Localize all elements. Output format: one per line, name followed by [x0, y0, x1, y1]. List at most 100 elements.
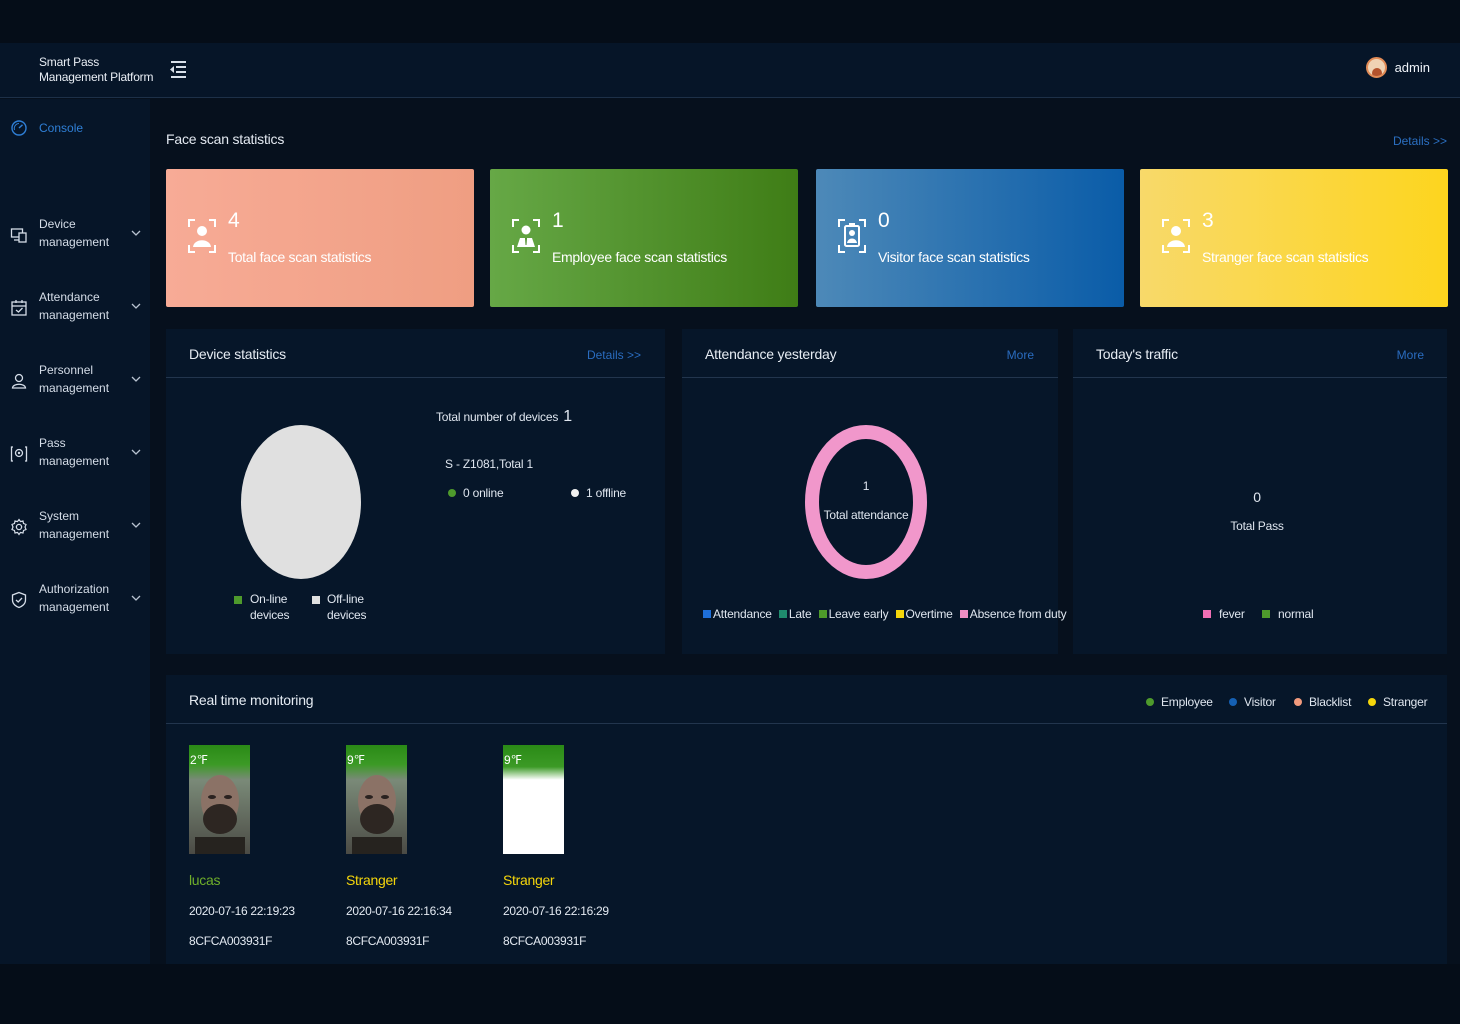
panel-header: Device statistics Details >> [166, 329, 665, 378]
legend-item-overtime[interactable]: Overtime [895, 607, 953, 621]
attendance-legend: Attendance Late Leave early Overtime Abs… [703, 606, 1067, 622]
sidebar-item-label: Pass [39, 436, 66, 450]
stat-card-employee[interactable]: 1 Employee face scan statistics [490, 169, 798, 307]
legend-swatch [778, 610, 787, 618]
sidebar-item-device[interactable]: Device management [0, 214, 150, 262]
attendance-ring [805, 425, 927, 579]
sidebar-item-system[interactable]: System management [0, 506, 150, 554]
record-time: 2020-07-16 22:16:34 [346, 904, 452, 918]
legend-visitor[interactable]: Visitor [1229, 695, 1276, 709]
sidebar-item-authorization[interactable]: Authorization management [0, 579, 150, 627]
face-scan-title: Face scan statistics [166, 131, 285, 147]
stat-card-stranger[interactable]: 3 Stranger face scan statistics [1140, 169, 1448, 307]
sidebar-item-personnel[interactable]: Personnel management [0, 360, 150, 408]
record-name: lucas [189, 872, 221, 888]
pass-icon [10, 446, 28, 462]
chevron-down-icon [131, 303, 141, 309]
legend-swatch [703, 610, 711, 618]
attendance-more-link[interactable]: More [1007, 348, 1034, 362]
face-scan-details-link[interactable]: Details >> [1393, 134, 1447, 148]
sidebar-item-label: Console [39, 121, 84, 135]
online-dot [448, 489, 456, 497]
legend-employee[interactable]: Employee [1146, 695, 1213, 709]
temperature-label: 9℉ [504, 753, 523, 767]
legend-label: Leave early [828, 607, 889, 621]
device-statistics-panel: Device statistics Details >> On-line dev… [166, 329, 665, 654]
legend-item-leave-early[interactable]: Leave early [818, 607, 889, 621]
sidebar-item-sublabel: management [39, 527, 110, 541]
face-photo[interactable]: 9℉ [346, 745, 407, 854]
legend-offline-line-1: Off-line [327, 592, 364, 606]
sidebar-item-label: Authorization [39, 582, 110, 596]
total-pass-value: 0 [1253, 489, 1261, 505]
legend-label: Late [788, 607, 812, 621]
legend-online-swatch [234, 596, 242, 604]
stat-value: 1 [552, 209, 564, 232]
legend-item-absence[interactable]: Absence from duty [959, 607, 1067, 621]
legend-dot [1146, 698, 1154, 706]
panel-title: Device statistics [189, 346, 286, 362]
legend-item-attendance[interactable]: Attendance [703, 607, 772, 621]
avatar [1365, 57, 1387, 78]
legend-blacklist[interactable]: Blacklist [1294, 695, 1351, 709]
attendance-center-label: Total attendance [823, 508, 909, 522]
visitor-scan-icon [838, 219, 866, 253]
online-count: 0 online [448, 486, 504, 500]
record-time: 2020-07-16 22:19:23 [189, 904, 295, 918]
traffic-panel: Today's traffic More 0 Total Pass fever … [1073, 329, 1447, 654]
stat-value: 3 [1202, 209, 1214, 232]
traffic-more-link[interactable]: More [1397, 348, 1424, 362]
device-model-line: S - Z1081,Total 1 [445, 457, 533, 471]
legend-offline[interactable] [312, 592, 322, 608]
panel-header: Real time monitoring Employee Visitor Bl… [166, 675, 1447, 724]
online-count-text: 0 online [463, 486, 504, 500]
legend-online[interactable] [234, 592, 244, 608]
legend-normal[interactable]: normal [1262, 606, 1314, 622]
sidebar-item-console[interactable]: Console [0, 107, 150, 155]
stat-label: Employee face scan statistics [552, 249, 727, 265]
sidebar-item-label: System [39, 509, 80, 523]
sidebar-item-label: Personnel [39, 363, 94, 377]
face-photo[interactable]: 9℉ [503, 745, 564, 854]
record-device-id: 8CFCA003931F [189, 934, 273, 948]
total-devices: Total number of devices 1 [436, 408, 572, 426]
employee-scan-icon [512, 219, 540, 253]
device-details-link[interactable]: Details >> [587, 348, 641, 362]
offline-count-text: 1 offline [586, 486, 627, 500]
total-devices-label: Total number of devices [436, 410, 559, 424]
stat-label: Visitor face scan statistics [878, 249, 1030, 265]
offline-count: 1 offline [571, 486, 626, 500]
legend-stranger[interactable]: Stranger [1368, 695, 1428, 709]
sidebar-item-attendance[interactable]: Attendance management [0, 287, 150, 335]
stat-card-total[interactable]: 4 Total face scan statistics [166, 169, 474, 307]
stat-card-visitor[interactable]: 0 Visitor face scan statistics [816, 169, 1124, 307]
legend-offline-swatch [312, 596, 320, 604]
legend-fever[interactable]: fever [1203, 606, 1245, 622]
record-name: Stranger [503, 872, 555, 888]
legend-dot [1229, 698, 1237, 706]
legend-online-label: On-line devices [250, 591, 289, 623]
legend-label: Absence from duty [969, 607, 1067, 621]
legend-label: Stranger [1383, 695, 1428, 709]
user-menu[interactable]: admin [1365, 57, 1430, 78]
gauge-icon [11, 120, 27, 136]
legend-swatch [895, 610, 904, 618]
main-content: Face scan statistics Details >> 4 Total … [151, 99, 1460, 964]
legend-online-line-1: On-line [250, 592, 288, 606]
top-header: Smart Pass Management Platform admin [0, 43, 1460, 98]
stat-label: Total face scan statistics [228, 249, 372, 265]
legend-swatch [1262, 610, 1270, 618]
legend-dot [1368, 698, 1376, 706]
legend-label: Overtime [905, 607, 953, 621]
offline-dot [571, 489, 579, 497]
stat-value: 4 [228, 209, 240, 232]
brand-logo-text: Smart Pass Management Platform [39, 55, 153, 85]
record-name: Stranger [346, 872, 398, 888]
legend-item-late[interactable]: Late [778, 607, 812, 621]
face-photo[interactable]: 2℉ [189, 745, 250, 854]
record-time: 2020-07-16 22:16:29 [503, 904, 609, 918]
brand-line-2: Management Platform [39, 70, 154, 84]
menu-collapse-icon[interactable] [168, 59, 188, 81]
sidebar-item-pass[interactable]: Pass management [0, 433, 150, 481]
legend-label: normal [1278, 607, 1314, 621]
